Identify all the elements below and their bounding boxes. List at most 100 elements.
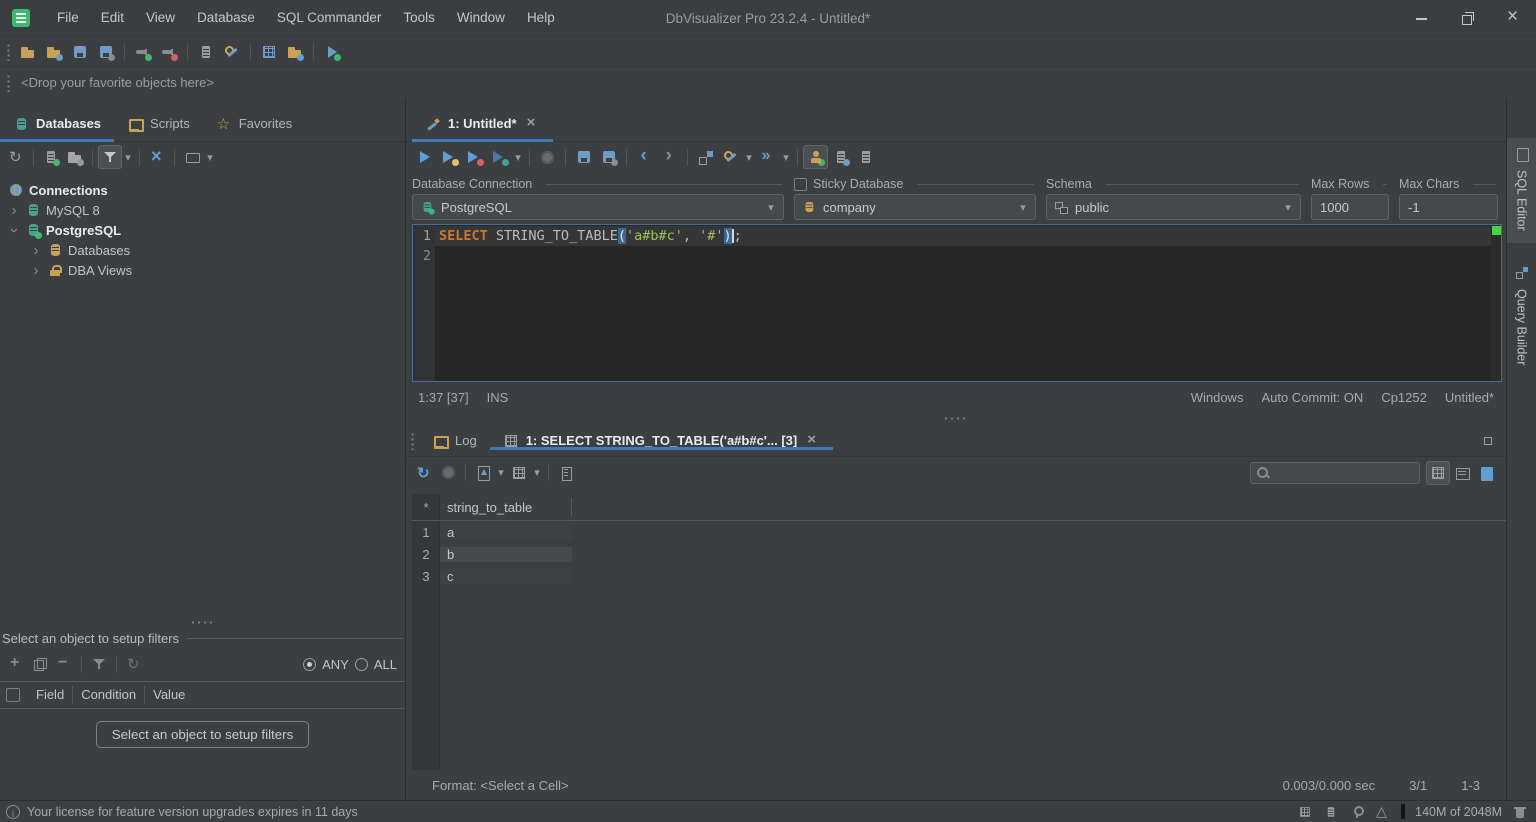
menu-edit[interactable]: Edit <box>90 0 135 36</box>
continue-on-error-button[interactable] <box>755 145 780 169</box>
tree-item-databases[interactable]: Databases <box>0 240 405 260</box>
history-forward-button[interactable] <box>657 145 682 169</box>
export-dropdown-chevron[interactable] <box>495 466 507 479</box>
tab-databases[interactable]: Databases <box>0 106 114 141</box>
execute-buffer-button[interactable] <box>462 145 487 169</box>
rerun-query-button[interactable] <box>412 461 436 485</box>
copy-filter-button[interactable] <box>28 652 52 676</box>
execute-options-chevron[interactable] <box>512 151 524 164</box>
close-result-tab-icon[interactable] <box>804 433 820 449</box>
object-view-chevron[interactable] <box>204 151 216 164</box>
toolbar-grip[interactable] <box>6 43 11 61</box>
object-view-button[interactable] <box>180 145 204 169</box>
add-filter-button[interactable] <box>4 652 28 676</box>
tab-scripts[interactable]: Scripts <box>114 106 203 141</box>
stop-result-button[interactable] <box>436 461 460 485</box>
menu-database[interactable]: Database <box>186 0 266 36</box>
memory-indicator[interactable]: 140M of 2048M <box>1415 805 1502 819</box>
schema-select[interactable]: public <box>1046 194 1301 220</box>
editor-results-splitter[interactable] <box>406 412 1506 425</box>
create-connection-button[interactable] <box>39 145 63 169</box>
expand-chevron-icon[interactable] <box>30 262 42 279</box>
tree-item-dba-views[interactable]: DBA Views <box>0 260 405 280</box>
status-server-icon[interactable] <box>1325 805 1338 818</box>
status-pin-icon[interactable] <box>1349 804 1365 820</box>
export-button[interactable] <box>282 40 308 64</box>
tab-sql-editor[interactable]: SQL Editor <box>1507 138 1536 243</box>
editor-save-as-button[interactable] <box>596 145 621 169</box>
menu-file[interactable]: File <box>46 0 90 36</box>
all-radio[interactable] <box>355 658 368 671</box>
restore-button[interactable] <box>1444 0 1490 36</box>
bind-variables-button[interactable] <box>693 145 718 169</box>
value-cell[interactable]: a <box>440 525 572 540</box>
save-as-button[interactable] <box>93 40 119 64</box>
tab-query-builder[interactable]: Query Builder <box>1507 257 1536 377</box>
tab-result-set[interactable]: 1: SELECT STRING_TO_TABLE('a#b#c'... [3] <box>490 433 834 449</box>
close-button[interactable] <box>1490 0 1536 36</box>
sql-editor-area[interactable]: 1 2 SELECT STRING_TO_TABLE('a#b#c', '#')… <box>412 224 1502 382</box>
grid-view-toggle[interactable] <box>1426 461 1450 485</box>
sticky-database-checkbox[interactable] <box>794 178 807 191</box>
form-view-toggle[interactable] <box>1450 461 1474 485</box>
code-area[interactable]: SELECT STRING_TO_TABLE('a#b#c', '#'); <box>435 225 1491 381</box>
row-number-cell[interactable]: 1 <box>412 525 440 540</box>
expand-chevron-icon[interactable] <box>30 242 42 259</box>
license-notice[interactable]: Your license for feature version upgrade… <box>27 805 358 819</box>
export-result-button[interactable] <box>471 461 495 485</box>
expand-chevron-icon[interactable] <box>8 202 20 219</box>
filter-toggle-button[interactable] <box>98 145 122 169</box>
tree-item-mysql[interactable]: MySQL 8 <box>0 200 405 220</box>
menu-help[interactable]: Help <box>516 0 566 36</box>
menu-sql-commander[interactable]: SQL Commander <box>266 0 393 36</box>
minimize-button[interactable] <box>1398 0 1444 36</box>
save-button[interactable] <box>67 40 93 64</box>
create-folder-button[interactable] <box>63 145 87 169</box>
remove-filter-button[interactable] <box>52 652 76 676</box>
editor-scroll-strip[interactable] <box>1491 225 1501 381</box>
edit-mode-button[interactable] <box>1474 461 1498 485</box>
refresh-tree-button[interactable] <box>4 145 28 169</box>
column-header-string-to-table[interactable]: string_to_table <box>440 498 572 517</box>
stop-button[interactable] <box>535 145 560 169</box>
apply-filter-button[interactable] <box>87 652 111 676</box>
value-cell[interactable]: c <box>440 569 572 584</box>
menu-view[interactable]: View <box>135 0 186 36</box>
value-cell[interactable]: b <box>440 547 572 562</box>
connect-button[interactable] <box>130 40 156 64</box>
collapse-chevron-icon[interactable] <box>8 222 20 239</box>
open-file-button[interactable] <box>15 40 41 64</box>
rollback-button[interactable] <box>853 145 878 169</box>
refresh-filter-button[interactable] <box>122 652 146 676</box>
favorites-drop-bar[interactable]: <Drop your favorite objects here> <box>0 66 1536 98</box>
garbage-collect-icon[interactable] <box>1512 804 1528 820</box>
tab-log[interactable]: Log <box>419 433 490 449</box>
add-row-button[interactable] <box>193 40 219 64</box>
driver-manager-button[interactable] <box>319 40 345 64</box>
database-connection-select[interactable]: PostgreSQL <box>412 194 784 220</box>
maximize-results-button[interactable] <box>1476 429 1500 453</box>
status-warning-icon[interactable] <box>1375 804 1391 820</box>
result-search-box[interactable] <box>1250 462 1420 484</box>
editor-tools-button[interactable] <box>718 145 743 169</box>
tab-favorites[interactable]: Favorites <box>203 106 305 141</box>
aggregate-button[interactable] <box>554 461 578 485</box>
tab-untitled-editor[interactable]: 1: Untitled* <box>412 106 553 141</box>
setup-filters-button[interactable]: Select an object to setup filters <box>96 721 310 748</box>
status-grid-icon[interactable] <box>1299 805 1312 818</box>
code-line-1[interactable]: SELECT STRING_TO_TABLE('a#b#c', '#'); <box>439 226 1491 246</box>
max-rows-input[interactable]: 1000 <box>1311 194 1389 220</box>
continue-dropdown-chevron[interactable] <box>780 151 792 164</box>
grid-dropdown-chevron[interactable] <box>531 466 543 479</box>
drop-bar-grip[interactable] <box>6 74 11 92</box>
line-ending-indicator[interactable]: Windows <box>1191 390 1244 405</box>
grid-view-button[interactable] <box>256 40 282 64</box>
history-back-button[interactable] <box>632 145 657 169</box>
result-search-input[interactable] <box>1271 466 1432 480</box>
corner-header-cell[interactable]: * <box>412 500 440 515</box>
tree-root-connections[interactable]: Connections <box>0 180 405 200</box>
collapse-all-button[interactable] <box>145 145 169 169</box>
disconnect-button[interactable] <box>156 40 182 64</box>
results-grip[interactable] <box>410 432 415 450</box>
encoding-indicator[interactable]: Cp1252 <box>1381 390 1427 405</box>
